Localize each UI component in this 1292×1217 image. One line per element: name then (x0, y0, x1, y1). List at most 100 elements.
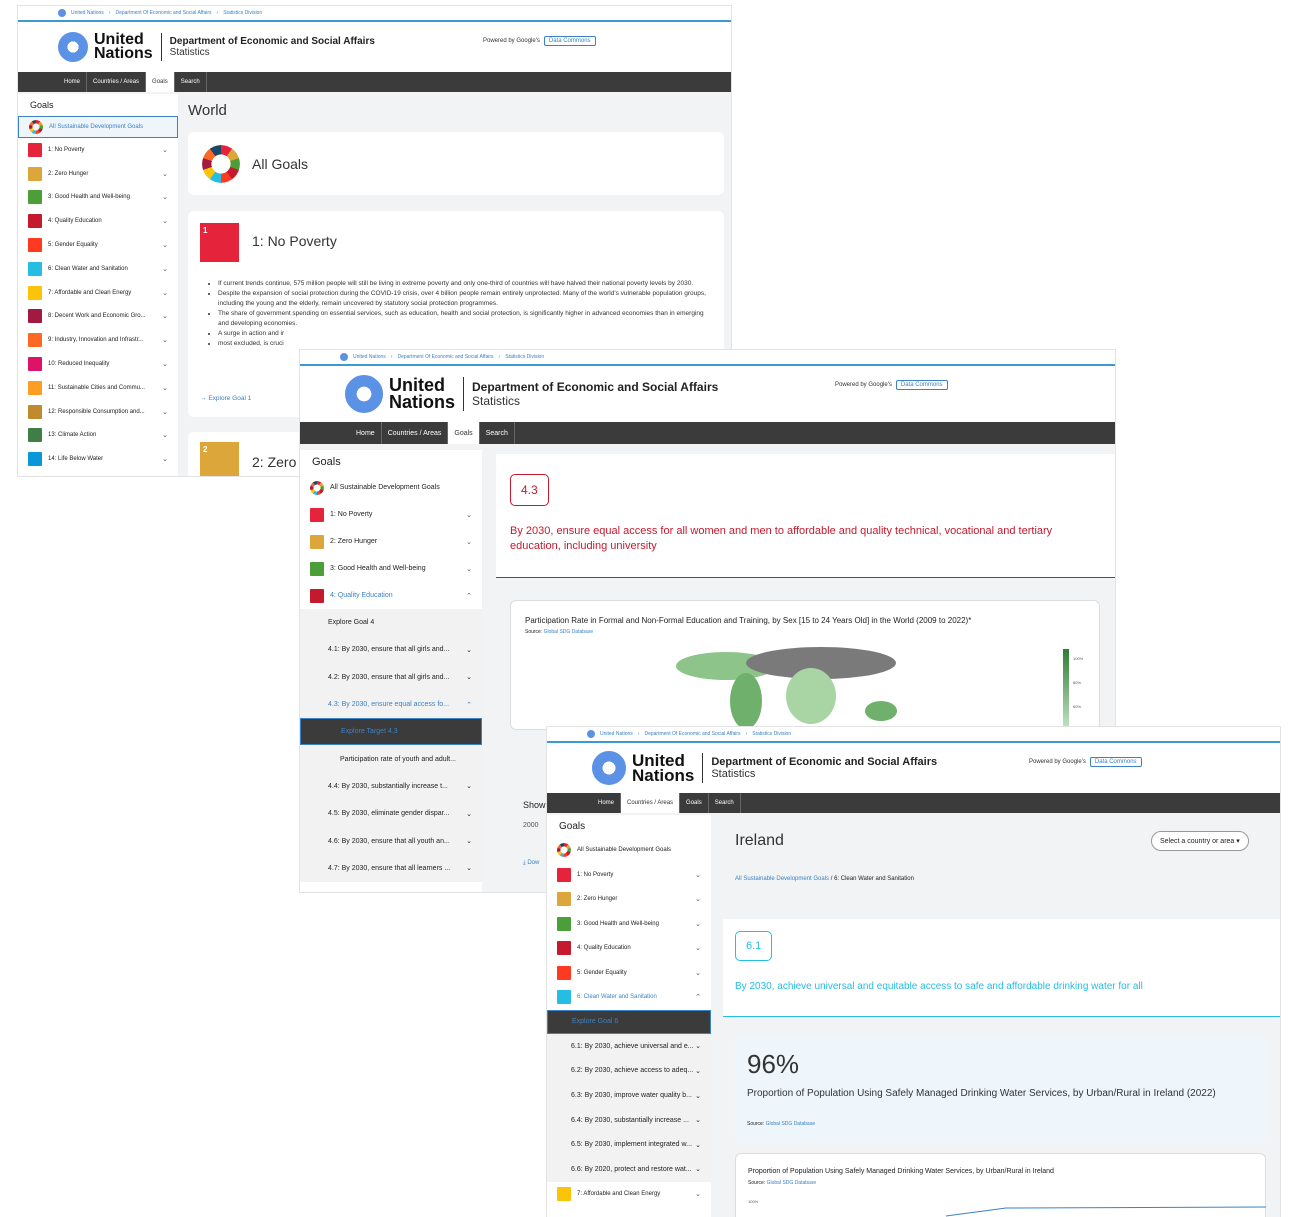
source-label: Source: (747, 1121, 765, 1127)
un-logo[interactable]: United Nations (58, 32, 162, 62)
sidebar-item-goal-1[interactable]: 1: No Poverty ⌄ (547, 863, 711, 888)
explore-goal-1-link[interactable]: → Explore Goal 1 (200, 395, 251, 402)
bc-all-goals[interactable]: All Sustainable Development Goals (735, 876, 829, 882)
sidebar-item-goal-13[interactable]: 13: Climate Action ⌄ (18, 424, 178, 448)
target-item[interactable]: 6.2: By 2030, achieve access to adeq... ⌄ (547, 1058, 711, 1084)
sidebar-item-label: 6: Clean Water and Sanitation (577, 994, 657, 1001)
crumb-statistics[interactable]: Statistics Division (223, 10, 262, 16)
sidebar-item-all-goals[interactable]: All Sustainable Development Goals (300, 474, 482, 501)
target-description: By 2030, achieve universal and equitable… (735, 981, 1143, 992)
chevron-down-icon: ⌄ (162, 313, 168, 321)
crumb-desa[interactable]: Department Of Economic and Social Affair… (644, 731, 740, 737)
chevron-down-icon: ⌄ (695, 1092, 701, 1100)
sidebar-item-goal-2[interactable]: 2: Zero Hunger ⌄ (18, 162, 178, 186)
nav-countries[interactable]: Countries / Areas (382, 422, 449, 444)
sub-item[interactable]: 4.5: By 2030, eliminate gender dispar...… (300, 800, 482, 828)
sidebar-item-goal-3[interactable]: 3: Good Health and Well-being ⌄ (547, 912, 711, 937)
country-select[interactable]: Select a country or area ▾ (1151, 831, 1249, 851)
sidebar-item-goal-1[interactable]: 1: No Poverty ⌄ (300, 501, 482, 528)
target-4-3-item[interactable]: 4.3: By 2030, ensure equal access fo... ⌃ (300, 690, 482, 719)
sidebar-item-goal-12[interactable]: 12: Responsible Consumption and... ⌄ (18, 400, 178, 424)
source-link[interactable]: Global SDG Database (544, 629, 593, 635)
crumb-desa[interactable]: Department Of Economic and Social Affair… (397, 354, 493, 360)
nav-countries[interactable]: Countries / Areas (621, 793, 681, 813)
target-card: 6.1 By 2030, achieve universal and equit… (723, 919, 1280, 1017)
sidebar-item-goal-8[interactable]: 8: Decent Work and Economic Gro... ⌄ (18, 305, 178, 329)
sidebar-item-goal-7[interactable]: 7: Affordable and Clean Energy ⌄ (547, 1182, 711, 1206)
sidebar-item-label: 3: Good Health and Well-being (48, 194, 130, 201)
sidebar-item-goal-9[interactable]: 9: Industry, Innovation and Infrastr... ⌄ (18, 328, 178, 352)
sidebar-item-all-goals[interactable]: All Sustainable Development Goals (547, 838, 711, 863)
sidebar-item-goal-4[interactable]: 4: Quality Education ⌃ (300, 582, 482, 609)
sidebar-item-goal-5[interactable]: 5: Gender Equality ⌄ (18, 233, 178, 257)
nav-home[interactable]: Home (58, 72, 88, 92)
nav-search[interactable]: Search (709, 793, 741, 813)
sidebar-heading: Goals (312, 456, 341, 468)
data-commons-link[interactable]: Data Commons (1089, 757, 1142, 767)
explore-goal-6-link[interactable]: Explore Goal 6 (547, 1009, 711, 1035)
chevron-down-icon: ⌄ (466, 865, 472, 873)
crumb-un[interactable]: United Nations (71, 10, 104, 16)
sidebar-item-all-goals[interactable]: All Sustainable Development Goals (18, 116, 178, 138)
map-legend-bar (1063, 649, 1069, 731)
sidebar-item-goal-14[interactable]: 14: Life Below Water ⌄ (18, 447, 178, 471)
un-logo[interactable]: United Nations (592, 751, 704, 785)
nav-home[interactable]: Home (350, 422, 382, 444)
chevron-down-icon: ⌄ (695, 969, 701, 977)
target-item[interactable]: 6.3: By 2030, improve water quality b...… (547, 1083, 711, 1108)
crumb-statistics[interactable]: Statistics Division (505, 354, 544, 360)
sidebar-item-goal-6[interactable]: 6: Clean Water and Sanitation ⌃ (547, 985, 711, 1010)
indicator-item[interactable]: Participation rate of youth and adult... (300, 745, 482, 773)
target-item[interactable]: 6.4: By 2030, substantially increase ...… (547, 1107, 711, 1133)
nav-goals[interactable]: Goals (146, 72, 175, 92)
logo-line: Nations (389, 392, 456, 412)
sidebar-item-goal-5[interactable]: 5: Gender Equality ⌄ (547, 961, 711, 986)
breadcrumb: United Nations › Department Of Economic a… (18, 6, 731, 22)
chevron-down-icon: ⌄ (466, 838, 472, 846)
crumb-statistics[interactable]: Statistics Division (752, 731, 791, 737)
crumb-un[interactable]: United Nations (353, 354, 386, 360)
sidebar-item-goal-2[interactable]: 2: Zero Hunger ⌄ (300, 528, 482, 555)
explore-goal-4-link[interactable]: Explore Goal 4 (300, 609, 482, 637)
nav-goals[interactable]: Goals (448, 422, 480, 444)
sidebar-item-goal-4[interactable]: 4: Quality Education ⌄ (547, 936, 711, 961)
target-item[interactable]: 6.6: By 2020, protect and restore wat...… (547, 1157, 711, 1182)
goal-13-icon (28, 428, 42, 443)
source-link[interactable]: Global SDG Database (766, 1121, 815, 1127)
sidebar-item-goal-10[interactable]: 10: Reduced Inequality ⌄ (18, 352, 178, 376)
sub-item[interactable]: 4.6: By 2030, ensure that all youth an..… (300, 827, 482, 855)
explore-target-4-3-link[interactable]: Explore Target 4.3 (300, 718, 482, 746)
sidebar-item-goal-11[interactable]: 11: Sustainable Cities and Commu... ⌄ (18, 376, 178, 400)
download-link[interactable]: ⤓ Dow (523, 860, 539, 867)
data-commons-link[interactable]: Data Commons (543, 36, 596, 46)
nav-search[interactable]: Search (480, 422, 515, 444)
sidebar-item-goal-3[interactable]: 3: Good Health and Well-being ⌄ (300, 555, 482, 582)
sidebar-item-goal-7[interactable]: 7: Affordable and Clean Energy ⌄ (18, 281, 178, 305)
sub-item[interactable]: 4.7: By 2030, ensure that all learners .… (300, 854, 482, 882)
crumb-un[interactable]: United Nations (600, 731, 633, 737)
sidebar-item-goal-3[interactable]: 3: Good Health and Well-being ⌄ (18, 186, 178, 210)
target-item[interactable]: 6.1: By 2030, achieve universal and e...… (547, 1034, 711, 1059)
sub-item[interactable]: 4.4: By 2030, substantially increase t..… (300, 772, 482, 801)
sub-item-label: 6.6: By 2020, protect and restore wat... (571, 1165, 692, 1173)
sidebar-item-goal-6[interactable]: 6: Clean Water and Sanitation ⌄ (18, 257, 178, 281)
nav-countries[interactable]: Countries / Areas (87, 72, 147, 92)
source-link[interactable]: Global SDG Database (767, 1180, 816, 1186)
nav-home[interactable]: Home (592, 793, 622, 813)
nav-goals[interactable]: Goals (680, 793, 709, 813)
sidebar-item-label: All Sustainable Development Goals (49, 124, 144, 130)
all-goals-title: All Goals (252, 155, 309, 172)
crumb-desa[interactable]: Department Of Economic and Social Affair… (115, 10, 211, 16)
nav-search[interactable]: Search (175, 72, 207, 92)
sub-item[interactable]: 4.1: By 2030, ensure that all girls and.… (300, 636, 482, 664)
sidebar-item-goal-4[interactable]: 4: Quality Education ⌄ (18, 209, 178, 233)
all-goals-card[interactable]: All Goals (188, 132, 724, 195)
sidebar-item-goal-2[interactable]: 2: Zero Hunger ⌄ (547, 887, 711, 912)
sub-item[interactable]: 4.2: By 2030, ensure that all girls and.… (300, 663, 482, 691)
data-commons-link[interactable]: Data Commons (895, 380, 948, 390)
sidebar-item-label: 2: Zero Hunger (48, 170, 89, 177)
target-item[interactable]: 6.5: By 2030, implement integrated w... ⌄ (547, 1132, 711, 1158)
sidebar-item-goal-1[interactable]: 1: No Poverty ⌄ (18, 138, 178, 162)
chevron-down-icon: ⌄ (162, 289, 168, 297)
un-logo[interactable]: United Nations (345, 375, 465, 413)
